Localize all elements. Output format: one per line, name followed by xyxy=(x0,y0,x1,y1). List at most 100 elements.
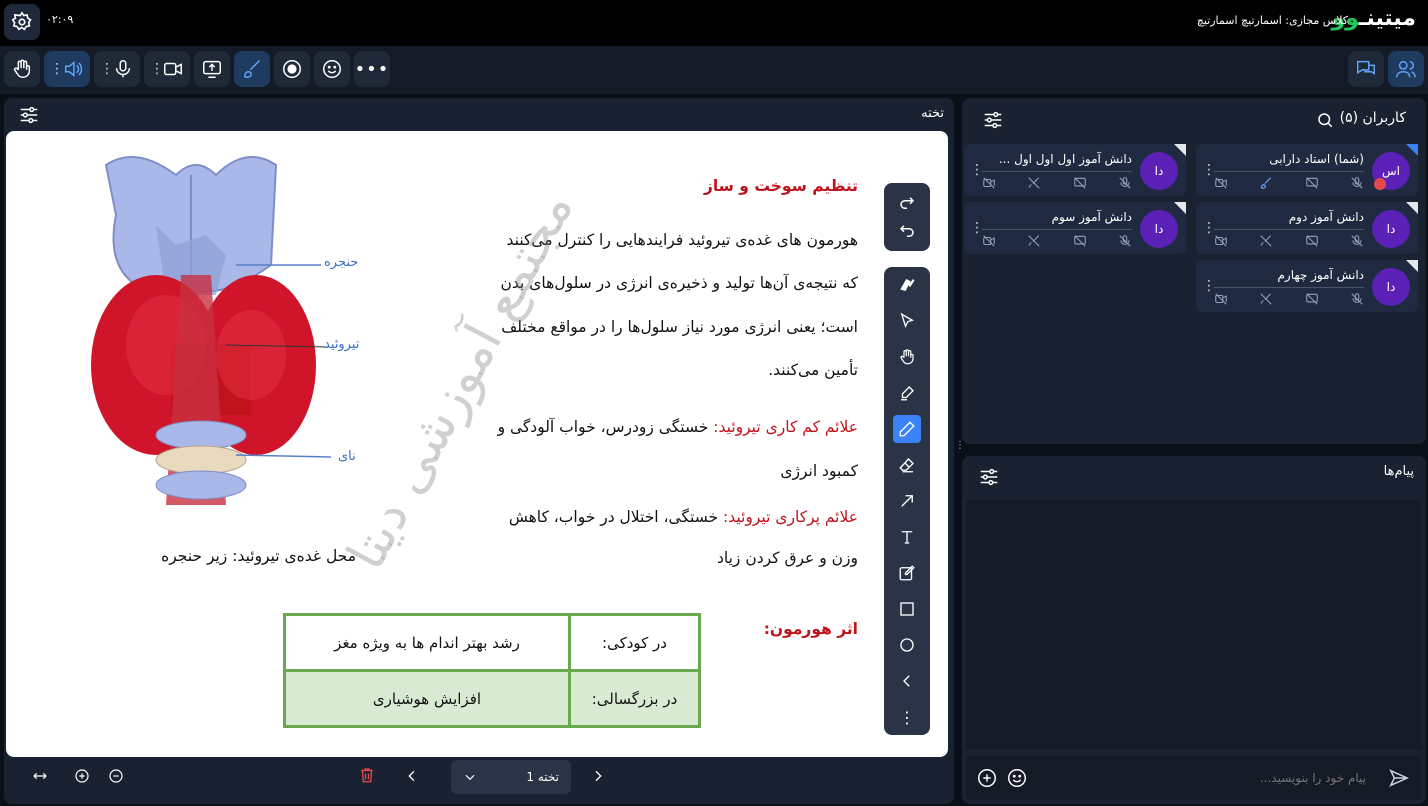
pen-tool[interactable] xyxy=(893,415,921,443)
text-tool[interactable] xyxy=(893,523,921,551)
microphone-button[interactable]: ⋮ xyxy=(94,51,140,87)
marker-icon xyxy=(901,386,914,401)
select-tool[interactable] xyxy=(893,307,921,335)
user-status-icons xyxy=(1214,292,1364,306)
screen-share-icon xyxy=(203,60,221,78)
circle-tool[interactable] xyxy=(893,631,921,659)
whiteboard-settings-button[interactable] xyxy=(18,104,40,130)
user-card[interactable]: دا دانش آموز چهارم ⋮ xyxy=(1196,260,1418,312)
user-options-icon[interactable]: ⋮ xyxy=(1202,278,1216,294)
screen-share-button[interactable] xyxy=(194,51,230,87)
screen-share-off-icon xyxy=(1073,177,1086,189)
zoom-in-button[interactable] xyxy=(74,768,90,788)
user-options-icon[interactable]: ⋮ xyxy=(1202,220,1216,236)
user-name: (شما) استاد دارابی xyxy=(1269,152,1364,166)
delete-page-button[interactable] xyxy=(358,766,376,788)
camera-options-icon[interactable]: ⋮ xyxy=(150,61,164,77)
microphone-off-icon xyxy=(1351,177,1363,189)
fit-width-button[interactable] xyxy=(32,768,48,788)
arrow-tool[interactable] xyxy=(893,487,921,515)
page-selector[interactable]: تخته 1 xyxy=(451,760,571,794)
hypothyroid-label: علائم کم کاری تیروئید: xyxy=(713,418,858,436)
note-tool[interactable] xyxy=(893,559,921,587)
users-toggle-button[interactable] xyxy=(1388,51,1424,87)
user-card[interactable]: دا دانش آموز اول اول اول ... ⋮ xyxy=(964,144,1186,196)
pen-icon xyxy=(899,421,915,437)
user-card[interactable]: دا دانش آموز سوم ⋮ xyxy=(964,202,1186,254)
table-row: در کودکی: رشد بهتر اندام ها به ویژه مغز xyxy=(283,613,701,672)
marker-tool[interactable] xyxy=(893,379,921,407)
users-settings-button[interactable] xyxy=(982,109,1004,135)
microphone-off-icon xyxy=(1119,235,1131,247)
speaker-button[interactable]: ⋮ xyxy=(44,51,90,87)
brush-off-icon xyxy=(1260,235,1272,247)
reactions-button[interactable] xyxy=(314,51,350,87)
paragraph-line-4: تأمین می‌کنند. xyxy=(768,361,858,379)
attach-button[interactable] xyxy=(976,767,998,793)
user-status-icons xyxy=(982,234,1132,248)
user-card[interactable]: اس (شما) استاد دارابی ⋮ xyxy=(1196,144,1418,196)
sliders-icon xyxy=(984,111,1002,129)
eraser-tool[interactable] xyxy=(893,451,921,479)
user-status-icons xyxy=(1214,176,1364,190)
record-button[interactable] xyxy=(274,51,310,87)
collapse-tools-button[interactable] xyxy=(893,667,921,695)
user-card[interactable]: دا دانش آموز دوم ⋮ xyxy=(1196,202,1418,254)
chat-panel: پیام‌ها xyxy=(962,456,1426,804)
search-users-button[interactable] xyxy=(1316,111,1334,133)
more-button[interactable]: ••• xyxy=(354,51,390,87)
undo-button[interactable] xyxy=(893,217,921,245)
user-options-icon[interactable]: ⋮ xyxy=(970,220,984,236)
zoom-out-button[interactable] xyxy=(108,768,124,788)
chevron-down-icon xyxy=(465,774,475,781)
screen-share-off-icon xyxy=(1073,235,1086,247)
speaker-options-icon[interactable]: ⋮ xyxy=(50,61,64,77)
camera-button[interactable]: ⋮ xyxy=(144,51,190,87)
previous-page-button[interactable] xyxy=(404,768,420,788)
rectangle-tool[interactable] xyxy=(893,595,921,623)
cursor-icon xyxy=(900,312,914,329)
chat-message-input[interactable] xyxy=(1046,764,1366,792)
chat-settings-button[interactable] xyxy=(978,466,1000,492)
chevron-right-icon xyxy=(595,770,602,782)
more-dots-icon: ••• xyxy=(354,58,390,80)
card-corner-marker xyxy=(1406,202,1418,214)
hyperthyroid-line: علائم پرکاری تیروئید: خستگی، اختلال در خ… xyxy=(509,508,858,526)
whiteboard-button[interactable] xyxy=(234,51,270,87)
next-page-button[interactable] xyxy=(590,768,606,788)
edit-note-icon xyxy=(899,565,915,581)
mic-options-icon[interactable]: ⋮ xyxy=(100,61,114,77)
user-name: دانش آموز چهارم xyxy=(1277,268,1364,282)
top-bar: ۰۲:۰۹ میتینـوو کلاس مجازی: اسمارتیچ اسما… xyxy=(0,0,1428,46)
chevron-left-icon xyxy=(903,675,910,687)
rectangle-icon xyxy=(900,602,914,616)
pan-tool[interactable] xyxy=(893,343,921,371)
redo-button[interactable] xyxy=(893,189,921,217)
card-corner-marker xyxy=(1406,260,1418,272)
record-icon xyxy=(283,60,301,78)
thyroid-label: تیروئید xyxy=(324,337,360,352)
trachea-label: نای xyxy=(338,449,356,464)
highlighter-tool[interactable] xyxy=(893,271,921,299)
user-options-icon[interactable]: ⋮ xyxy=(1202,162,1216,178)
avatar: دا xyxy=(1140,210,1178,248)
microphone-icon xyxy=(115,60,131,78)
screen-share-off-icon xyxy=(1305,293,1318,305)
settings-button[interactable] xyxy=(4,4,40,40)
emoji-button[interactable] xyxy=(1006,767,1028,793)
user-options-icon[interactable]: ⋮ xyxy=(970,162,984,178)
table-cell-label: در بزرگسالی: xyxy=(568,669,701,728)
thyroid-location: محل غده‌ی تیروئید: زیر حنجره xyxy=(161,547,356,565)
whiteboard-canvas[interactable]: حنجره تیروئید نای محل غده‌ی تیروئید: زیر… xyxy=(6,131,948,757)
undo-redo-toolbar xyxy=(884,183,930,251)
table-cell-label: در کودکی: xyxy=(568,613,701,672)
host-badge-icon xyxy=(1374,178,1386,190)
hyperthyroid-line-2: وزن و عرق کردن زیاد xyxy=(716,549,858,567)
send-message-button[interactable] xyxy=(1388,767,1410,793)
smiley-icon xyxy=(1008,769,1026,787)
chat-toggle-button[interactable] xyxy=(1348,51,1384,87)
raise-hand-button[interactable] xyxy=(4,51,40,87)
hyperthyroid-text: خستگی، اختلال در خواب، کاهش xyxy=(508,508,719,526)
more-tools-button[interactable]: ⋮ xyxy=(893,703,921,731)
user-status-icons xyxy=(1214,234,1364,248)
